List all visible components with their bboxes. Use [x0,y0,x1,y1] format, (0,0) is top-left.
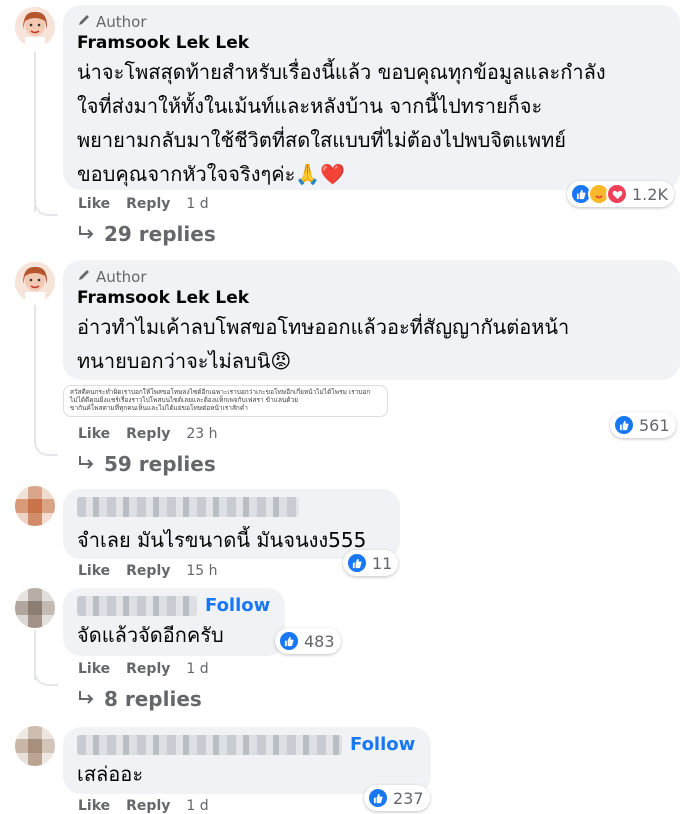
follow-button[interactable]: Follow [350,734,415,755]
comment-text: อ่าวทำไมเค้าลบโพสขอโทษออกแล้วอะที่สัญญาก… [77,310,666,378]
like-button[interactable]: Like [78,426,110,442]
author-badge: Author [77,13,666,31]
thread-line [34,305,36,445]
follow-button[interactable]: Follow [205,595,270,616]
thread-curve [34,200,58,216]
reaction-count: 1.2K [632,184,668,204]
comment-line: ทนายบอกว่าจะไม่ลบนิ😡 [77,349,292,373]
comment-header: Follow [77,595,271,616]
author-badge-label: Author [96,13,147,31]
comment-actions: Like Reply 15 h [78,563,234,579]
like-button[interactable]: Like [78,798,110,814]
attachment-line: ขากันค์โพสตามที่ทุกคนเห็นและไม่ได้แย่ขอโ… [70,404,248,412]
reaction-summary[interactable]: 11 [343,550,399,576]
comment-line: อ่าวทำไมเค้าลบโพสขอโทษออกแล้วอะที่สัญญาก… [77,315,570,339]
attached-image[interactable]: สวัสดีคนกระทำผิดเราบอกให้โพสขอโทษลงไซต์อ… [63,385,388,417]
thread-curve [34,440,58,456]
comment-line: ใจที่ส่งมาให้ทั้งในเม้นท์และหลังบ้าน จาก… [77,94,543,118]
author-name[interactable]: Framsook Lek Lek [77,288,666,308]
reaction-summary[interactable]: 561 [610,412,676,438]
like-button[interactable]: Like [78,196,110,212]
like-reaction-icon [278,630,300,652]
comment-header: Follow [77,734,417,755]
reaction-count: 237 [393,788,424,808]
pencil-icon [77,13,91,31]
author-name[interactable]: Framsook Lek Lek [77,33,666,53]
author-badge-label: Author [96,268,147,286]
comment-text: เสล่ออะ [77,762,144,786]
timestamp[interactable]: 1 d [186,798,208,814]
like-button[interactable]: Like [78,661,110,677]
view-replies-link[interactable]: 29 replies [78,222,216,246]
attachment-line: สวัสดีคนกระทำผิดเราบอกให้โพสขอโทษลงไซต์อ… [70,388,371,396]
comment-actions: Like Reply 1 d [78,196,225,212]
avatar[interactable] [15,588,55,628]
reply-arrow-icon [78,687,96,711]
reply-arrow-icon [78,222,96,246]
reply-button[interactable]: Reply [126,661,170,677]
reaction-count: 11 [372,553,393,573]
timestamp[interactable]: 15 h [186,563,217,579]
blurred-username[interactable] [77,734,342,755]
like-button[interactable]: Like [78,563,110,579]
comment-text: น่าจะโพสสุดท้ายสำหรับเรื่องนี้แล้ว ขอบคุ… [77,55,666,191]
reaction-summary[interactable]: 1.2K [567,181,674,207]
comment-bubble: จำเลย มันไรขนาดนี้ มันจนงง555 [63,489,400,559]
comment-actions: Like Reply 23 h [78,426,234,442]
avatar[interactable] [15,262,55,302]
view-replies-link[interactable]: 59 replies [78,452,216,476]
comment-bubble: Follow เสล่ออะ [63,727,431,794]
comment-bubble: Follow จัดแล้วจัดอีกครับ [63,588,285,656]
comment-line: พยายามกลับมาใช้ชีวิตที่สดใสแบบที่ไม่ต้อง… [77,128,567,152]
timestamp[interactable]: 23 h [186,426,217,442]
comment-actions: Like Reply 1 d [78,798,225,814]
view-replies-link[interactable]: 8 replies [78,687,202,711]
reply-button[interactable]: Reply [126,426,170,442]
replies-count[interactable]: 29 replies [104,222,216,246]
reply-button[interactable]: Reply [126,563,170,579]
love-reaction-icon [606,183,628,205]
author-badge: Author [77,268,666,286]
thread-line [34,52,36,212]
comment-text: จัดแล้วจัดอีกครับ [77,623,224,647]
like-reaction-icon [367,787,389,809]
replies-count[interactable]: 59 replies [104,452,216,476]
avatar[interactable] [15,726,55,766]
blurred-username[interactable] [77,595,197,616]
replies-count[interactable]: 8 replies [104,687,202,711]
thread-curve [34,670,58,686]
avatar[interactable] [15,486,55,526]
like-reaction-icon [613,414,635,436]
attachment-line: ไม่ได้ดีคุณยิ่งแชร์เรื่องราวไปโพสบนไซต์เ… [70,396,299,404]
reaction-summary[interactable]: 483 [275,628,341,654]
reply-button[interactable]: Reply [126,196,170,212]
reaction-count: 561 [639,415,670,435]
comment-text: จำเลย มันไรขนาดนี้ มันจนงง555 [77,528,367,552]
timestamp[interactable]: 1 d [186,661,208,677]
reply-arrow-icon [78,452,96,476]
pencil-icon [77,268,91,286]
reaction-count: 483 [304,631,335,651]
reply-button[interactable]: Reply [126,798,170,814]
comment-bubble: Author Framsook Lek Lek น่าจะโพสสุดท้ายส… [63,5,680,190]
reaction-summary[interactable]: 237 [364,785,430,811]
like-reaction-icon [346,552,368,574]
blurred-username[interactable] [77,497,386,521]
comment-actions: Like Reply 1 d [78,661,225,677]
timestamp[interactable]: 1 d [186,196,208,212]
avatar[interactable] [15,7,55,47]
comment-line: น่าจะโพสสุดท้ายสำหรับเรื่องนี้แล้ว ขอบคุ… [77,60,606,84]
comment-bubble: Author Framsook Lek Lek อ่าวทำไมเค้าลบโพ… [63,260,680,380]
